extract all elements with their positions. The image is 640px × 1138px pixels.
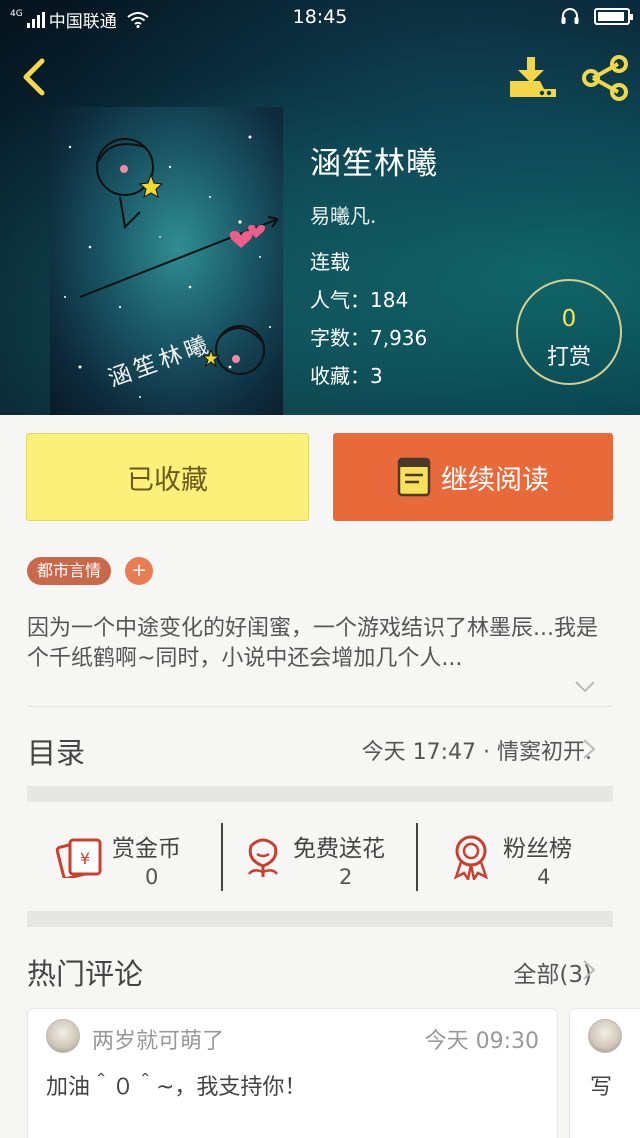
comment-card[interactable]: 两岁就可萌了 今天 09:30 加油＾０＾~，我支持你！	[27, 1008, 558, 1138]
hot-comments-title: 热门评论	[27, 957, 144, 991]
headphones-icon	[561, 8, 579, 24]
fund-coins-value: 0	[145, 865, 159, 889]
book-status: 连载	[310, 250, 350, 274]
divider	[27, 706, 613, 707]
share-icon	[582, 55, 628, 101]
continue-reading-button[interactable]: 继续阅读	[333, 433, 613, 521]
medal-icon	[453, 835, 489, 880]
fund-fans-value: 4	[537, 865, 551, 889]
stat-favorites: 收藏：3	[310, 360, 383, 389]
stat-favorites-label: 收藏：	[310, 364, 370, 388]
book-synopsis[interactable]: 因为一个中途变化的好闺蜜，一个游戏结识了林墨辰...我是个千纸鹤啊~同时，小说中…	[27, 614, 607, 674]
back-button[interactable]	[14, 55, 54, 99]
reward-label: 打赏	[546, 345, 591, 370]
stat-words: 字数：7,936	[310, 322, 427, 351]
chevron-down-icon[interactable]	[574, 680, 596, 694]
comment-username[interactable]: 两岁就可萌了	[92, 1023, 224, 1055]
chevron-right-icon	[583, 960, 596, 980]
avatar[interactable]	[46, 1019, 80, 1053]
fund-fans-label: 粉丝榜	[503, 836, 572, 862]
battery-icon	[594, 7, 633, 25]
comment-card[interactable]: 写	[569, 1008, 640, 1138]
chevron-right-icon	[583, 739, 596, 759]
category-tag[interactable]: 都市言情	[27, 557, 112, 585]
stat-popularity-value: 184	[370, 288, 409, 312]
stat-words-value: 7,936	[370, 326, 428, 350]
fund-divider	[221, 823, 223, 891]
collected-label: 已收藏	[127, 464, 208, 496]
red-envelope-icon: ¥	[56, 838, 102, 878]
stat-popularity: 人气：184	[310, 284, 408, 313]
toc-latest-chapter: 今天 17:47 · 情窦初开.	[361, 740, 592, 765]
section-band	[27, 786, 613, 802]
reward-count: 0	[561, 306, 577, 332]
book-cover[interactable]: 涵笙林曦	[50, 107, 283, 415]
flower-icon	[247, 838, 279, 877]
book-title-block: 涵笙林曦	[310, 138, 438, 183]
stat-words-label: 字数：	[310, 326, 370, 350]
book-icon	[397, 457, 431, 497]
comment-text: 加油＾０＾~，我支持你！	[46, 1075, 307, 1100]
fund-flowers-label: 免费送花	[293, 836, 385, 862]
book-author[interactable]: 易曦凡.	[310, 200, 376, 229]
collected-button[interactable]: 已收藏	[26, 433, 309, 521]
download-button[interactable]	[506, 55, 560, 101]
all-comments-label: 全部(3)	[513, 962, 592, 988]
status-right	[560, 7, 633, 25]
fund-divider	[416, 823, 418, 891]
toc-label: 目录	[27, 736, 86, 770]
fund-coins-label: 赏金币	[112, 836, 181, 862]
book-title: 涵笙林曦	[310, 146, 438, 182]
section-band	[27, 911, 613, 927]
stat-favorites-value: 3	[370, 364, 383, 388]
avatar[interactable]	[588, 1019, 622, 1053]
svg-text:¥: ¥	[80, 849, 90, 868]
comment-time: 今天 09:30	[424, 1029, 539, 1054]
reward-button[interactable]: 0 打赏	[516, 279, 622, 385]
download-icon	[510, 57, 556, 97]
share-button[interactable]	[580, 55, 630, 101]
chevron-left-icon	[23, 58, 45, 96]
comment-text: 写	[590, 1075, 613, 1100]
status-bar: 4G 中国联通 18:45	[0, 0, 640, 34]
fund-flowers-value: 2	[339, 865, 353, 889]
clock: 18:45	[292, 6, 348, 28]
book-header: 4G 中国联通 18:45 涵笙林曦 涵笙林曦 易曦凡. 连载 人气：184 字…	[0, 0, 640, 415]
stat-popularity-label: 人气：	[310, 288, 370, 312]
add-tag-button[interactable]: +	[125, 557, 153, 585]
continue-reading-label: 继续阅读	[441, 464, 549, 496]
